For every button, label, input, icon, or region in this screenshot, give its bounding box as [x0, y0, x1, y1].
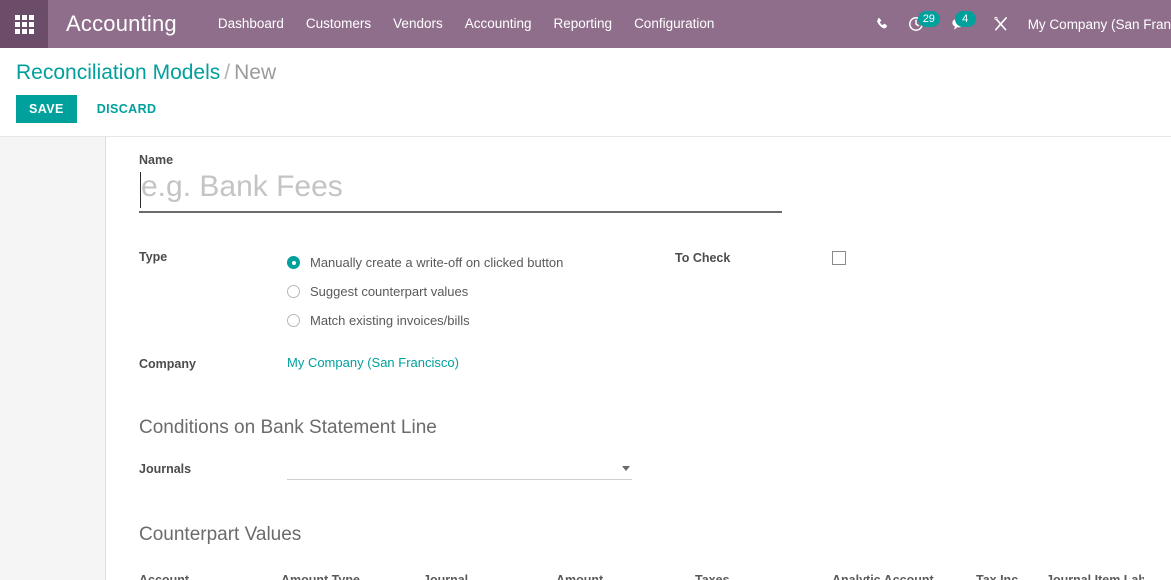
- type-row: Type Manually create a write-off on clic…: [139, 248, 1171, 335]
- debug-tools-icon: [993, 16, 1009, 32]
- app-brand-title[interactable]: Accounting: [48, 11, 195, 37]
- column-header-account[interactable]: Account: [139, 573, 281, 580]
- table-header-row: Account Amount Type Journal Amount Taxes…: [139, 573, 1144, 580]
- menu-item-dashboard[interactable]: Dashboard: [207, 0, 295, 48]
- type-option-suggest-counterpart[interactable]: Suggest counterpart values: [287, 277, 563, 306]
- messages-button[interactable]: 4: [933, 0, 977, 48]
- apps-grid-icon: [15, 15, 34, 34]
- type-option-match-invoices[interactable]: Match existing invoices/bills: [287, 306, 563, 335]
- messages-badge: 4: [955, 11, 976, 27]
- type-option-manual-writeoff[interactable]: Manually create a write-off on clicked b…: [287, 248, 563, 277]
- form-action-buttons: SAVE DISCARD: [16, 95, 1155, 123]
- menu-item-customers[interactable]: Customers: [295, 0, 382, 48]
- menu-item-reporting[interactable]: Reporting: [543, 0, 624, 48]
- user-company-menu[interactable]: My Company (San Fran: [1018, 17, 1171, 32]
- column-header-journal[interactable]: Journal: [423, 573, 556, 580]
- chevron-down-icon[interactable]: [622, 466, 630, 471]
- menu-item-accounting[interactable]: Accounting: [454, 0, 543, 48]
- column-header-taxes[interactable]: Taxes: [695, 573, 832, 580]
- breadcrumb: Reconciliation Models/New: [16, 48, 1155, 85]
- debug-tools-button[interactable]: [977, 0, 1018, 48]
- discard-button[interactable]: DISCARD: [84, 95, 170, 123]
- type-option-label: Manually create a write-off on clicked b…: [310, 255, 563, 270]
- company-value-link[interactable]: My Company (San Francisco): [287, 355, 459, 370]
- company-field-group: Company My Company (San Francisco): [139, 355, 1171, 371]
- to-check-checkbox[interactable]: [832, 251, 846, 265]
- phone-icon: [875, 17, 890, 32]
- menu-item-vendors[interactable]: Vendors: [382, 0, 454, 48]
- column-header-amount-type[interactable]: Amount Type: [281, 573, 423, 580]
- name-label: Name: [139, 153, 1171, 167]
- name-input[interactable]: [139, 168, 782, 208]
- activities-button[interactable]: 29: [899, 0, 933, 48]
- name-input-wrapper: [139, 168, 782, 213]
- to-check-label: To Check: [675, 251, 832, 265]
- text-cursor: [140, 172, 141, 208]
- content-area: Name Type Manually create a write-off on…: [0, 137, 1171, 580]
- column-header-tax-included[interactable]: Tax Inc...: [976, 573, 1046, 580]
- counterpart-values-table: Account Amount Type Journal Amount Taxes…: [139, 573, 1144, 580]
- company-label: Company: [139, 355, 287, 371]
- radio-unselected-icon[interactable]: [287, 314, 300, 327]
- to-check-field-group: To Check: [675, 251, 846, 265]
- counterpart-section-title: Counterpart Values: [139, 524, 1171, 546]
- column-header-analytic-account[interactable]: Analytic Account: [832, 573, 976, 580]
- journals-field-group: Journals: [139, 460, 1171, 480]
- menu-item-configuration[interactable]: Configuration: [623, 0, 725, 48]
- name-field-group: Name: [139, 153, 1171, 213]
- breadcrumb-item-new: New: [234, 61, 276, 84]
- save-button[interactable]: SAVE: [16, 95, 77, 123]
- navbar-right-section: 29 4 My Company (San Fran: [866, 0, 1171, 48]
- conditions-section-title: Conditions on Bank Statement Line: [139, 417, 1171, 439]
- journals-input[interactable]: [287, 460, 632, 480]
- type-label: Type: [139, 248, 287, 264]
- type-field-group: Type Manually create a write-off on clic…: [139, 248, 1171, 335]
- breadcrumb-item-reconciliation-models[interactable]: Reconciliation Models: [16, 61, 220, 84]
- control-panel: Reconciliation Models/New SAVE DISCARD: [0, 48, 1171, 137]
- radio-unselected-icon[interactable]: [287, 285, 300, 298]
- type-option-label: Suggest counterpart values: [310, 284, 468, 299]
- top-navbar: Accounting Dashboard Customers Vendors A…: [0, 0, 1171, 48]
- type-option-label: Match existing invoices/bills: [310, 313, 470, 328]
- phone-button[interactable]: [866, 0, 899, 48]
- radio-selected-icon[interactable]: [287, 256, 300, 269]
- column-header-journal-item-label[interactable]: Journal Item Label: [1046, 573, 1144, 580]
- breadcrumb-separator: /: [220, 61, 234, 84]
- type-radio-group: Manually create a write-off on clicked b…: [287, 248, 563, 335]
- apps-menu-button[interactable]: [0, 0, 48, 48]
- main-menu: Dashboard Customers Vendors Accounting R…: [207, 0, 726, 48]
- column-header-amount[interactable]: Amount: [556, 573, 695, 580]
- journals-label: Journals: [139, 460, 287, 476]
- form-sheet: Name Type Manually create a write-off on…: [105, 137, 1171, 580]
